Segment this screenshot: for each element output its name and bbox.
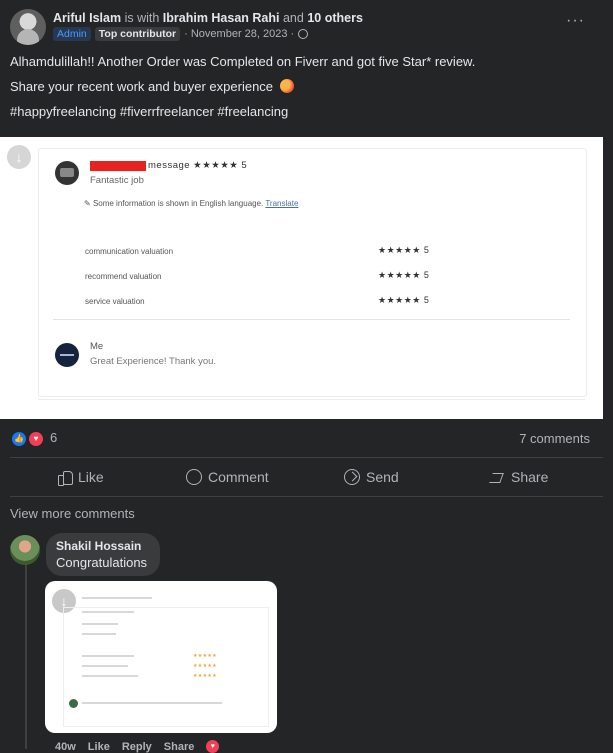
like-button[interactable]: Like: [56, 466, 104, 488]
review-card: message ★★★★★ 5 Fantastic job ✎ Some inf…: [38, 148, 587, 397]
post-text-line-2-text: Share your recent work and buyer experie…: [10, 79, 274, 94]
image-text-line: [82, 623, 118, 625]
image-avatar: [69, 699, 78, 708]
share-label: Share: [511, 469, 549, 485]
comment-like-button[interactable]: Like: [88, 741, 110, 753]
comment-share-button[interactable]: Share: [164, 741, 195, 753]
facebook-post: Ariful Islam is with Ibrahim Hasan Rahi …: [0, 0, 613, 753]
translate-link: Translate: [265, 199, 299, 208]
like-reaction-icon[interactable]: 👍: [12, 432, 26, 446]
reaction-count[interactable]: 6: [50, 430, 57, 445]
post-hashtags[interactable]: #happyfreelancing #fiverrfreelancer #fre…: [10, 104, 288, 119]
valuation-stars: ★★★★★ 5: [378, 270, 430, 280]
attached-review-card: [63, 607, 269, 727]
author-avatar[interactable]: [10, 9, 46, 45]
comment-text: Congratulations: [56, 555, 148, 570]
image-text-line: [82, 702, 222, 704]
valuation-stars: ★★★★★ 5: [378, 245, 430, 255]
comment-bubble: Shakil Hossain Congratulations: [46, 533, 160, 576]
comments-count[interactable]: 7 comments: [519, 431, 590, 446]
download-arrow-icon: ↓: [7, 145, 31, 169]
image-text-line: [82, 611, 134, 613]
actions-top-divider: [10, 457, 603, 458]
image-stars: ★★★★★: [193, 653, 217, 659]
share-arrow-icon: [489, 469, 505, 485]
comment-attached-image[interactable]: ↓ ★★★★★ ★★★★★ ★★★★★: [45, 581, 277, 733]
admin-badge: Admin: [53, 27, 91, 41]
tagged-user[interactable]: Ibrahim Hasan Rahi: [163, 11, 280, 25]
valuation-label: communication valuation: [85, 247, 174, 256]
image-stars: ★★★★★: [193, 663, 217, 669]
and-text: and: [282, 11, 304, 25]
translation-info: ✎ Some information is shown in English l…: [84, 199, 299, 208]
comment-actions: 40w Like Reply Share ♥: [55, 740, 220, 753]
comment-label: Comment: [208, 469, 269, 485]
comment-time[interactable]: 40w: [55, 741, 76, 753]
comment-bubble-icon: [186, 469, 202, 485]
actions-bottom-divider: [10, 496, 603, 497]
reviewer-avatar: [55, 161, 79, 185]
seller-name: Me: [90, 341, 104, 352]
post-meta: Admin Top contributor · November 28, 202…: [53, 27, 309, 41]
valuation-label: recommend valuation: [85, 272, 162, 281]
image-text-line: [82, 597, 152, 599]
commenter-avatar[interactable]: [10, 535, 40, 565]
image-bottom-line: [38, 399, 585, 400]
messenger-icon: [344, 469, 360, 485]
commenter-name[interactable]: Shakil Hossain: [56, 539, 141, 553]
thumbs-up-icon: [56, 469, 73, 486]
valuation-label: service valuation: [85, 297, 145, 306]
seller-reply: Great Experience! Thank you.: [90, 356, 217, 367]
review-header: message ★★★★★ 5: [148, 160, 248, 171]
valuation-stars: ★★★★★ 5: [378, 295, 430, 305]
comment-reply-button[interactable]: Reply: [122, 741, 152, 753]
card-divider: [53, 319, 570, 320]
love-reaction-icon[interactable]: ♥: [206, 740, 220, 753]
post-header: Ariful Islam is with Ibrahim Hasan Rahi …: [53, 11, 363, 25]
image-text-line: [82, 665, 128, 667]
post-text-line-1: Alhamdulillah!! Another Order was Comple…: [10, 54, 476, 69]
star-struck-emoji-icon: [279, 79, 294, 93]
image-text-line: [82, 655, 134, 657]
seller-avatar: [55, 343, 79, 367]
review-comment: Fantastic job: [90, 175, 144, 186]
image-stars: ★★★★★: [193, 673, 217, 679]
author-name[interactable]: Ariful Islam: [53, 11, 121, 25]
translate-icon: ✎: [84, 199, 91, 208]
globe-icon: [298, 29, 309, 39]
comment-button[interactable]: Comment: [186, 466, 269, 488]
share-button[interactable]: Share: [489, 466, 548, 488]
comment-thread-line: [25, 564, 27, 749]
redacted-name-bar: [90, 161, 146, 171]
send-button[interactable]: Send: [344, 466, 399, 488]
love-reaction-icon[interactable]: ♥: [28, 431, 44, 447]
tagged-others[interactable]: 10 others: [307, 11, 363, 25]
post-text-line-2: Share your recent work and buyer experie…: [10, 79, 294, 94]
top-contributor-badge: Top contributor: [94, 27, 181, 41]
review-screenshot-image[interactable]: ↓ message ★★★★★ 5 Fantastic job ✎ Some i…: [0, 137, 603, 419]
view-more-comments-link[interactable]: View more comments: [10, 506, 135, 521]
with-text: is with: [124, 11, 160, 25]
post-date[interactable]: · November 28, 2023 ·: [184, 28, 294, 40]
send-label: Send: [366, 469, 399, 485]
image-text-line: [82, 675, 138, 677]
more-options-icon[interactable]: ···: [566, 12, 585, 30]
image-text-line: [82, 633, 116, 635]
like-label: Like: [78, 469, 104, 485]
